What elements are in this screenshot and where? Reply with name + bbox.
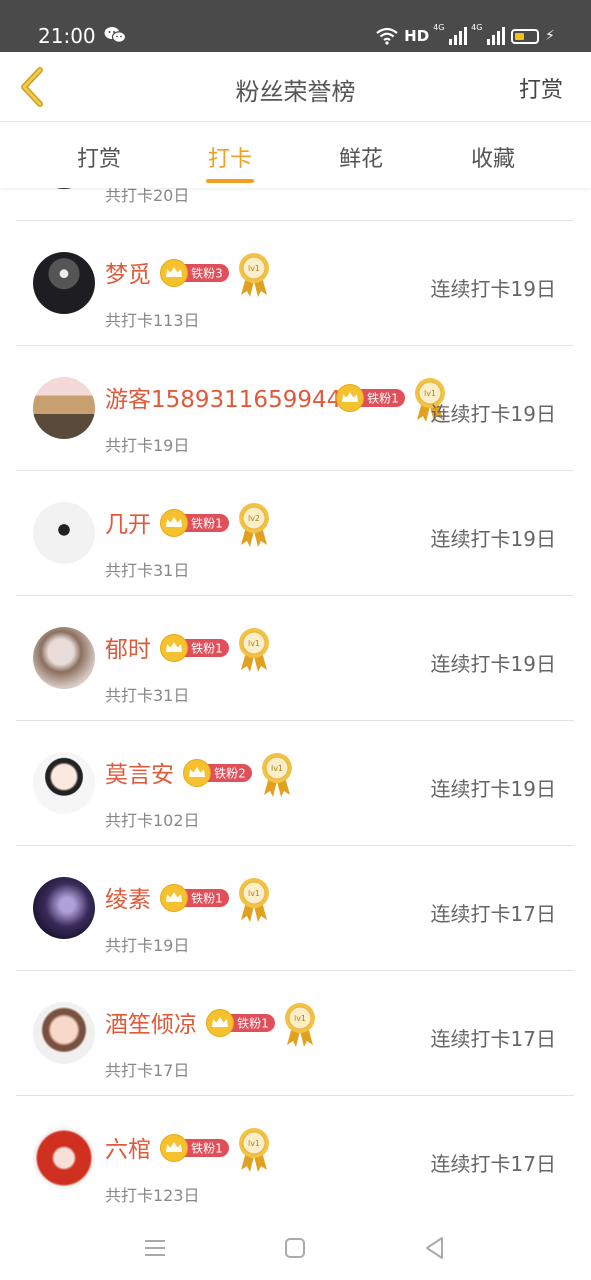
fan-level-label: 铁粉1: [191, 642, 223, 656]
fan-level-badge: 铁粉3: [160, 259, 229, 287]
fan-level-badge: 铁粉1: [206, 1009, 275, 1037]
avatar[interactable]: [33, 627, 95, 689]
medal-level: lv1: [271, 764, 283, 773]
fan-level-badge: 铁粉1: [335, 384, 405, 412]
avatar[interactable]: [33, 252, 95, 314]
fan-name[interactable]: 绫素: [105, 880, 151, 914]
list-item[interactable]: 游客1589311659944 铁粉1 lv1 共打卡19日 连续打卡19日: [16, 346, 574, 471]
medal-icon: lv1: [239, 878, 269, 922]
avatar[interactable]: [33, 1002, 95, 1064]
total-checkins: 共打卡19日: [105, 436, 190, 455]
medal-icon: lv2: [239, 503, 269, 547]
checkin-streak: 连续打卡17日: [430, 902, 556, 926]
fan-level-label: 铁粉1: [191, 892, 223, 906]
total-checkins: 共打卡123日: [105, 1186, 200, 1205]
list-item[interactable]: 梦觅 铁粉3 lv1 共打卡113日 连续打卡19日: [16, 221, 574, 346]
reward-button[interactable]: 打赏: [519, 72, 563, 104]
medal-level: lv1: [423, 389, 435, 398]
back-triangle-icon[interactable]: [421, 1234, 449, 1262]
fan-level-badge: 铁粉1: [160, 1134, 229, 1162]
signal-icon: 4G: [471, 23, 506, 45]
tab-favorites[interactable]: 收藏: [453, 141, 533, 173]
total-checkins: 共打卡102日: [105, 811, 200, 830]
status-indicators: HD 4G 4G ⚡: [376, 23, 555, 48]
avatar[interactable]: [33, 1127, 95, 1189]
system-nav-bar: [0, 1218, 591, 1280]
fan-level-badge: 铁粉1: [160, 884, 229, 912]
home-icon[interactable]: [281, 1234, 309, 1262]
total-checkins: 共打卡31日: [105, 561, 190, 580]
fan-name[interactable]: 梦觅: [105, 255, 151, 289]
fan-level-label: 铁粉1: [191, 517, 223, 531]
avatar[interactable]: [33, 877, 95, 939]
fan-level-badge: 铁粉1: [160, 509, 229, 537]
avatar[interactable]: [33, 377, 95, 439]
fan-name[interactable]: 游客1589311659944: [105, 380, 341, 414]
fan-name[interactable]: 郁时: [105, 630, 151, 664]
checkin-streak: 连续打卡19日: [430, 777, 556, 801]
checkin-streak: 连续打卡19日: [430, 402, 556, 426]
status-time: 21:00: [38, 24, 96, 48]
charging-icon: ⚡: [545, 28, 555, 44]
fan-level-label: 铁粉2: [214, 767, 246, 781]
status-bar: 21:00 HD 4G 4G ⚡: [0, 0, 591, 52]
list-item[interactable]: 酒笙倾凉 铁粉1 lv1 共打卡17日 连续打卡17日: [16, 971, 574, 1096]
tab-reward[interactable]: 打赏: [59, 141, 139, 173]
medal-level: lv1: [294, 1014, 306, 1023]
page-title: 粉丝荣誉榜: [235, 78, 356, 106]
menu-icon[interactable]: [141, 1234, 169, 1262]
hd-indicator: HD: [404, 27, 430, 45]
total-checkins: 共打卡19日: [105, 936, 190, 955]
checkin-streak: 连续打卡19日: [430, 527, 556, 551]
medal-icon: lv1: [239, 253, 269, 297]
fan-name[interactable]: 莫言安: [105, 755, 174, 789]
medal-icon: lv1: [239, 1128, 269, 1172]
medal-level: lv1: [248, 264, 260, 273]
medal-level: lv1: [248, 1139, 260, 1148]
fan-level-label: 铁粉1: [237, 1017, 269, 1031]
medal-icon: lv1: [239, 628, 269, 672]
medal-level: lv1: [248, 889, 260, 898]
wechat-icon: [104, 27, 126, 43]
fan-level-badge: 铁粉2: [183, 759, 252, 787]
tab-bar: 打赏 打卡 鲜花 收藏: [0, 123, 591, 188]
avatar: [33, 188, 95, 189]
medal-level: lv1: [248, 639, 260, 648]
medal-level: lv2: [248, 514, 260, 523]
total-checkins: 共打卡20日: [105, 188, 190, 205]
list-item[interactable]: 共打卡20日: [16, 188, 574, 221]
total-checkins: 共打卡31日: [105, 686, 190, 705]
fan-name[interactable]: 六棺: [105, 1130, 151, 1164]
list-item[interactable]: 六棺 铁粉1 lv1 共打卡123日 连续打卡17日: [16, 1096, 574, 1218]
battery-icon: [511, 28, 540, 44]
tab-checkin[interactable]: 打卡: [190, 141, 270, 173]
signal-icon: 4G: [433, 23, 468, 45]
total-checkins: 共打卡17日: [105, 1061, 190, 1080]
checkin-streak: 连续打卡19日: [430, 652, 556, 676]
fan-level-label: 铁粉3: [191, 267, 223, 281]
avatar[interactable]: [33, 752, 95, 814]
fan-name[interactable]: 几开: [105, 505, 151, 539]
app-header: 粉丝荣誉榜 打赏: [0, 52, 591, 122]
list-item[interactable]: 绫素 铁粉1 lv1 共打卡19日 连续打卡17日: [16, 846, 574, 971]
list-item[interactable]: 莫言安 铁粉2 lv1 共打卡102日 连续打卡19日: [16, 721, 574, 846]
fan-level-label: 铁粉1: [191, 1142, 223, 1156]
medal-icon: lv1: [285, 1003, 315, 1047]
tab-flowers[interactable]: 鲜花: [321, 141, 401, 173]
checkin-streak: 连续打卡17日: [430, 1027, 556, 1051]
fan-level-label: 铁粉1: [367, 392, 399, 406]
checkin-streak: 连续打卡17日: [430, 1152, 556, 1176]
total-checkins: 共打卡113日: [105, 311, 200, 330]
fan-name[interactable]: 酒笙倾凉: [105, 1005, 197, 1039]
medal-icon: lv1: [262, 753, 292, 797]
fan-ranking-list: 共打卡20日 梦觅 铁粉3 lv1 共打卡113日 连续打卡19日 游客158931165…: [0, 188, 591, 1218]
checkin-streak: 连续打卡19日: [430, 277, 556, 301]
fan-level-badge: 铁粉1: [160, 634, 229, 662]
list-item[interactable]: 几开 铁粉1 lv2 共打卡31日 连续打卡19日: [16, 471, 574, 596]
wifi-icon: [376, 27, 398, 45]
avatar[interactable]: [33, 502, 95, 564]
active-tab-indicator: [206, 179, 254, 183]
list-item[interactable]: 郁时 铁粉1 lv1 共打卡31日 连续打卡19日: [16, 596, 574, 721]
